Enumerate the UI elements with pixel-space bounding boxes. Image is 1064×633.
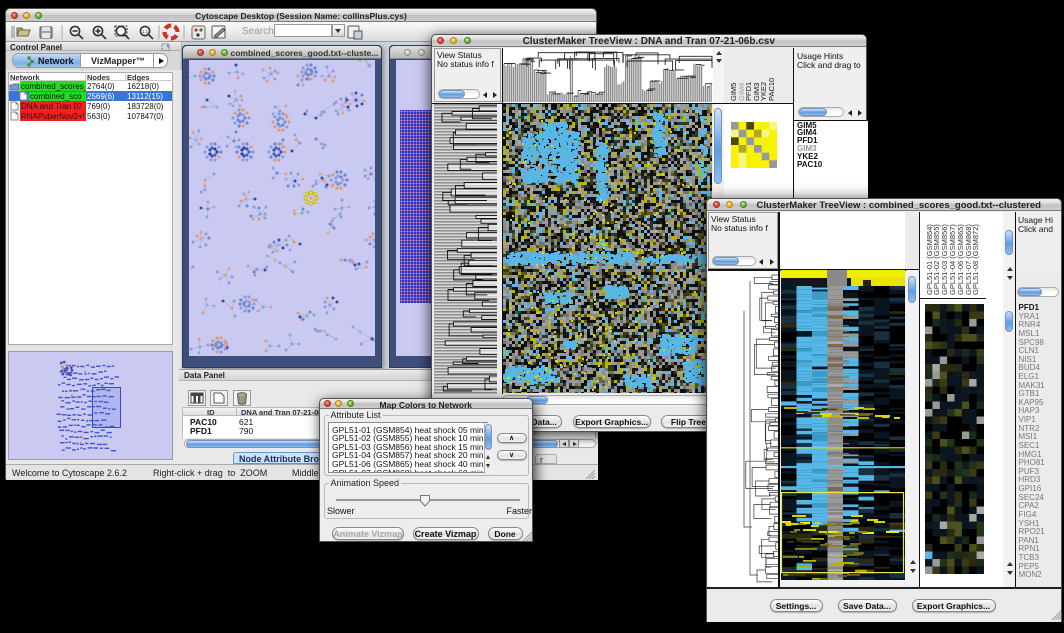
svg-text:1:1: 1:1: [142, 29, 149, 34]
